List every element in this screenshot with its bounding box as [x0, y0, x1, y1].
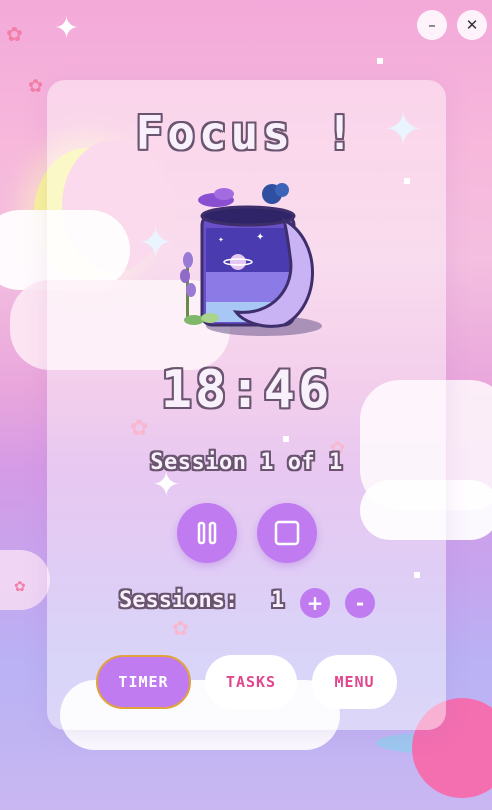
svg-text:✦: ✦: [256, 232, 264, 243]
plus-icon: +: [306, 591, 324, 615]
star-dot: [377, 58, 383, 64]
session-indicator: Session 1 of 1: [150, 450, 343, 475]
timer-display: 18:46: [160, 360, 333, 420]
minimize-icon: –: [428, 16, 436, 34]
cosmic-cup-illustration: ✦ ✦: [180, 183, 322, 336]
flower-icon: ✿: [6, 22, 23, 46]
increase-sessions-button[interactable]: +: [300, 588, 330, 618]
focus-panel: Focus ! ✦ ✦ 18:46 Session 1 of 1 Session…: [47, 80, 446, 730]
sessions-count: 1: [271, 588, 285, 613]
close-icon: ✕: [465, 16, 479, 34]
flower-icon: ✿: [14, 579, 26, 595]
pause-icon: [197, 521, 217, 545]
minus-icon: -: [355, 591, 365, 615]
stop-icon: [274, 520, 300, 546]
pause-button[interactable]: [177, 503, 237, 563]
flower-icon: ✿: [28, 76, 44, 97]
sessions-label: Sessions:: [119, 588, 239, 613]
page-title: Focus !: [135, 106, 358, 160]
stop-button[interactable]: [257, 503, 317, 563]
tab-menu[interactable]: MENU: [312, 655, 397, 709]
sparkle-icon: ✦: [54, 11, 80, 46]
tab-timer[interactable]: TIMER: [96, 655, 191, 709]
tab-tasks[interactable]: TASKS: [205, 655, 297, 709]
close-button[interactable]: ✕: [457, 10, 487, 40]
minimize-button[interactable]: –: [417, 10, 447, 40]
svg-text:✦: ✦: [218, 236, 224, 244]
decrease-sessions-button[interactable]: -: [345, 588, 375, 618]
